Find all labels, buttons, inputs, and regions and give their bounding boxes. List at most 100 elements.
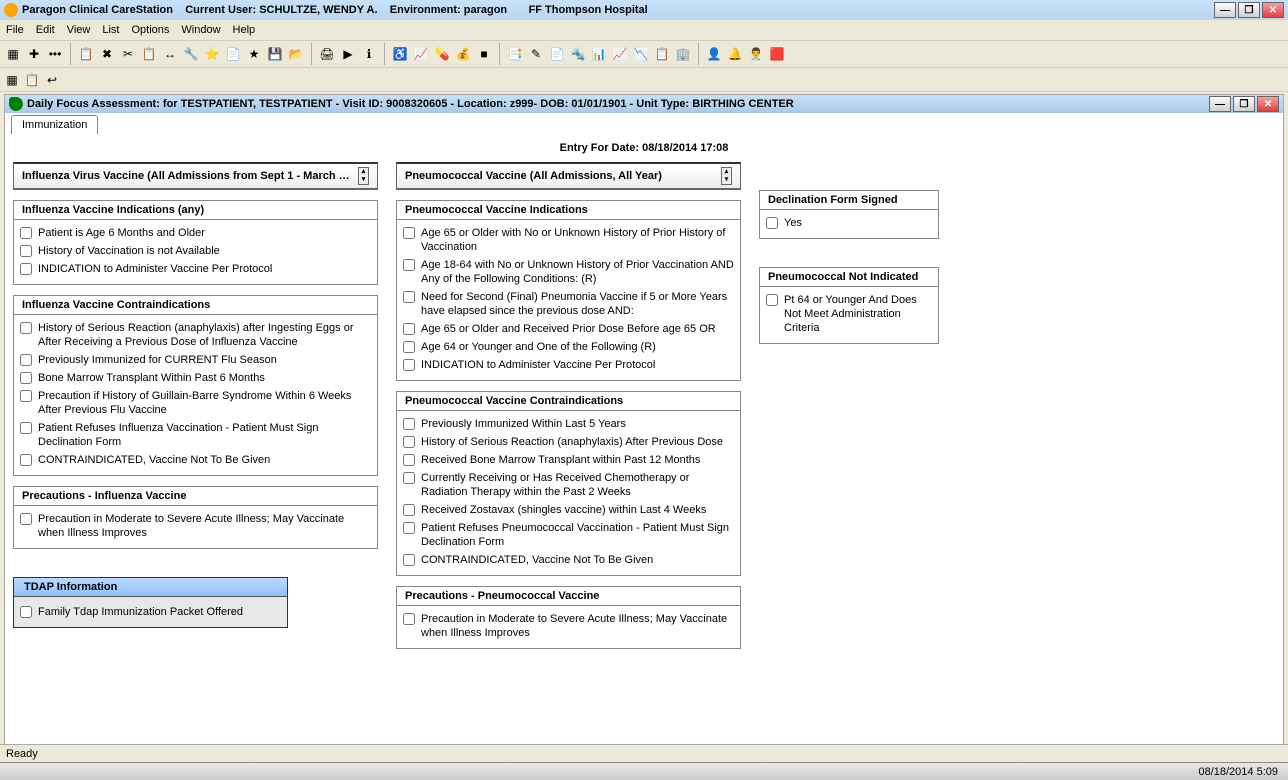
toolbar-icon-33[interactable]: 👨‍⚕️ — [747, 45, 765, 63]
toolbar-icon-26[interactable]: 📊 — [590, 45, 608, 63]
toolbar-icon-6[interactable]: 📋 — [140, 45, 158, 63]
pneumo-contra-label-2: Received Bone Marrow Transplant within P… — [421, 453, 734, 467]
minimize-button[interactable]: — — [1214, 2, 1236, 18]
pneumo-contra-checkbox-5[interactable] — [403, 522, 415, 534]
toolbar-icon-0[interactable]: ▦ — [4, 45, 22, 63]
toolbar-icon-15[interactable]: ▶ — [339, 45, 357, 63]
pneumo-indication-checkbox-4[interactable] — [403, 341, 415, 353]
close-button[interactable]: ✕ — [1262, 2, 1284, 18]
flu-indication-checkbox-0[interactable] — [20, 227, 32, 239]
pneumo-indication-checkbox-3[interactable] — [403, 323, 415, 335]
influenza-spinner[interactable]: ▴ ▾ — [358, 167, 369, 185]
inner-restore-button[interactable]: ❐ — [1233, 96, 1255, 112]
flu-precaution-checkbox-0[interactable] — [20, 513, 32, 525]
down-arrow-icon[interactable]: ▾ — [722, 176, 731, 184]
pneumo-spinner[interactable]: ▴ ▾ — [721, 167, 732, 185]
toolbar-icon-32[interactable]: 🔔 — [726, 45, 744, 63]
menu-options[interactable]: Options — [131, 24, 169, 36]
menu-view[interactable]: View — [67, 24, 91, 36]
toolbar-icon-10[interactable]: 📄 — [224, 45, 242, 63]
user-name: SCHULTZE, WENDY A. — [259, 4, 377, 16]
pneumo-indication-checkbox-5[interactable] — [403, 359, 415, 371]
pneumo-contra-checkbox-3[interactable] — [403, 472, 415, 484]
pneumo-contra-checkbox-6[interactable] — [403, 554, 415, 566]
toolbar-icon-2[interactable]: ••• — [46, 45, 64, 63]
toolbar-icon-5[interactable]: ✂ — [119, 45, 137, 63]
tdap-checkbox[interactable] — [20, 606, 32, 618]
toolbar-icon-34[interactable]: 🟥 — [768, 45, 786, 63]
toolbar-icon-17[interactable]: ♿ — [391, 45, 409, 63]
toolbar-secondary: ▦📋↩ — [0, 68, 1288, 92]
toolbar-icon-14[interactable]: 🖨 — [318, 45, 336, 63]
menu-file[interactable]: File — [6, 24, 24, 36]
flu-contra-checkbox-4[interactable] — [20, 422, 32, 434]
toolbar-icon-24[interactable]: 📄 — [548, 45, 566, 63]
toolbar-icon-28[interactable]: 📉 — [632, 45, 650, 63]
toolbar-icon-29[interactable]: 📋 — [653, 45, 671, 63]
toolbar-icon-25[interactable]: 🔩 — [569, 45, 587, 63]
toolbar-icon-13[interactable]: 📂 — [287, 45, 305, 63]
flu-contra-checkbox-0[interactable] — [20, 322, 32, 334]
pneumo-indications-group: Pneumococcal Vaccine Indications Age 65 … — [396, 200, 741, 381]
toolbar-icon-21[interactable]: ■ — [475, 45, 493, 63]
pneumo-indication-label-2: Need for Second (Final) Pneumonia Vaccin… — [421, 290, 734, 318]
pneumo-contra-label-1: History of Serious Reaction (anaphylaxis… — [421, 435, 734, 449]
env-name: paragon — [464, 4, 507, 16]
toolbar-icon-11[interactable]: ★ — [245, 45, 263, 63]
pneumo-contra-checkbox-0[interactable] — [403, 418, 415, 430]
inner-minimize-button[interactable]: — — [1209, 96, 1231, 112]
down-arrow-icon[interactable]: ▾ — [359, 176, 368, 184]
flu-contra-label-4: Patient Refuses Influenza Vaccination - … — [38, 421, 371, 449]
pneumo-contra-label-5: Patient Refuses Pneumococcal Vaccination… — [421, 521, 734, 549]
tdap-label: Family Tdap Immunization Packet Offered — [38, 605, 281, 619]
toolbar-icon-27[interactable]: 📈 — [611, 45, 629, 63]
user-label: Current User: — [185, 4, 256, 16]
toolbar-icon-12[interactable]: 💾 — [266, 45, 284, 63]
pneumo-contra-checkbox-4[interactable] — [403, 504, 415, 516]
pneumo-indications-title: Pneumococcal Vaccine Indications — [397, 201, 740, 220]
flu-contra-checkbox-5[interactable] — [20, 454, 32, 466]
toolbar-icon-8[interactable]: 🔧 — [182, 45, 200, 63]
pneumo-precaution-checkbox-0[interactable] — [403, 613, 415, 625]
titlebar: Paragon Clinical CareStation Current Use… — [0, 0, 1288, 20]
toolbar-icon-30[interactable]: 🏢 — [674, 45, 692, 63]
toolbar-icon-9[interactable]: ⭐ — [203, 45, 221, 63]
toolbar2-icon-1[interactable]: 📋 — [24, 72, 40, 88]
toolbar2-icon-0[interactable]: ▦ — [4, 72, 20, 88]
flu-indication-checkbox-2[interactable] — [20, 263, 32, 275]
flu-contra-checkbox-1[interactable] — [20, 354, 32, 366]
tab-immunization[interactable]: Immunization — [11, 115, 98, 134]
toolbar-icon-19[interactable]: 💊 — [433, 45, 451, 63]
toolbar-icon-22[interactable]: 📑 — [506, 45, 524, 63]
menu-edit[interactable]: Edit — [36, 24, 55, 36]
pneumo-contra-checkbox-1[interactable] — [403, 436, 415, 448]
toolbar-icon-16[interactable]: ℹ — [360, 45, 378, 63]
toolbar-icon-1[interactable]: ✚ — [25, 45, 43, 63]
toolbar-icon-4[interactable]: ✖ — [98, 45, 116, 63]
pneumo-indication-checkbox-1[interactable] — [403, 259, 415, 271]
pneumo-precautions-title: Precautions - Pneumococcal Vaccine — [397, 587, 740, 606]
menu-list[interactable]: List — [102, 24, 119, 36]
up-arrow-icon[interactable]: ▴ — [359, 168, 368, 176]
menu-help[interactable]: Help — [233, 24, 256, 36]
pneumo-contra-checkbox-2[interactable] — [403, 454, 415, 466]
toolbar-icon-18[interactable]: 📈 — [412, 45, 430, 63]
hospital-name: FF Thompson Hospital — [529, 4, 648, 16]
not-indicated-checkbox[interactable] — [766, 294, 778, 306]
flu-indication-checkbox-1[interactable] — [20, 245, 32, 257]
pneumo-indication-checkbox-0[interactable] — [403, 227, 415, 239]
toolbar-icon-23[interactable]: ✎ — [527, 45, 545, 63]
menu-window[interactable]: Window — [181, 24, 220, 36]
toolbar-icon-20[interactable]: 💰 — [454, 45, 472, 63]
up-arrow-icon[interactable]: ▴ — [722, 168, 731, 176]
flu-contra-checkbox-3[interactable] — [20, 390, 32, 402]
declination-yes-checkbox[interactable] — [766, 217, 778, 229]
toolbar-icon-3[interactable]: 📋 — [77, 45, 95, 63]
flu-contra-checkbox-2[interactable] — [20, 372, 32, 384]
inner-close-button[interactable]: ✕ — [1257, 96, 1279, 112]
toolbar-icon-7[interactable]: ↔ — [161, 45, 179, 63]
restore-button[interactable]: ❐ — [1238, 2, 1260, 18]
toolbar2-icon-2[interactable]: ↩ — [44, 72, 60, 88]
toolbar-icon-31[interactable]: 👤 — [705, 45, 723, 63]
pneumo-indication-checkbox-2[interactable] — [403, 291, 415, 303]
